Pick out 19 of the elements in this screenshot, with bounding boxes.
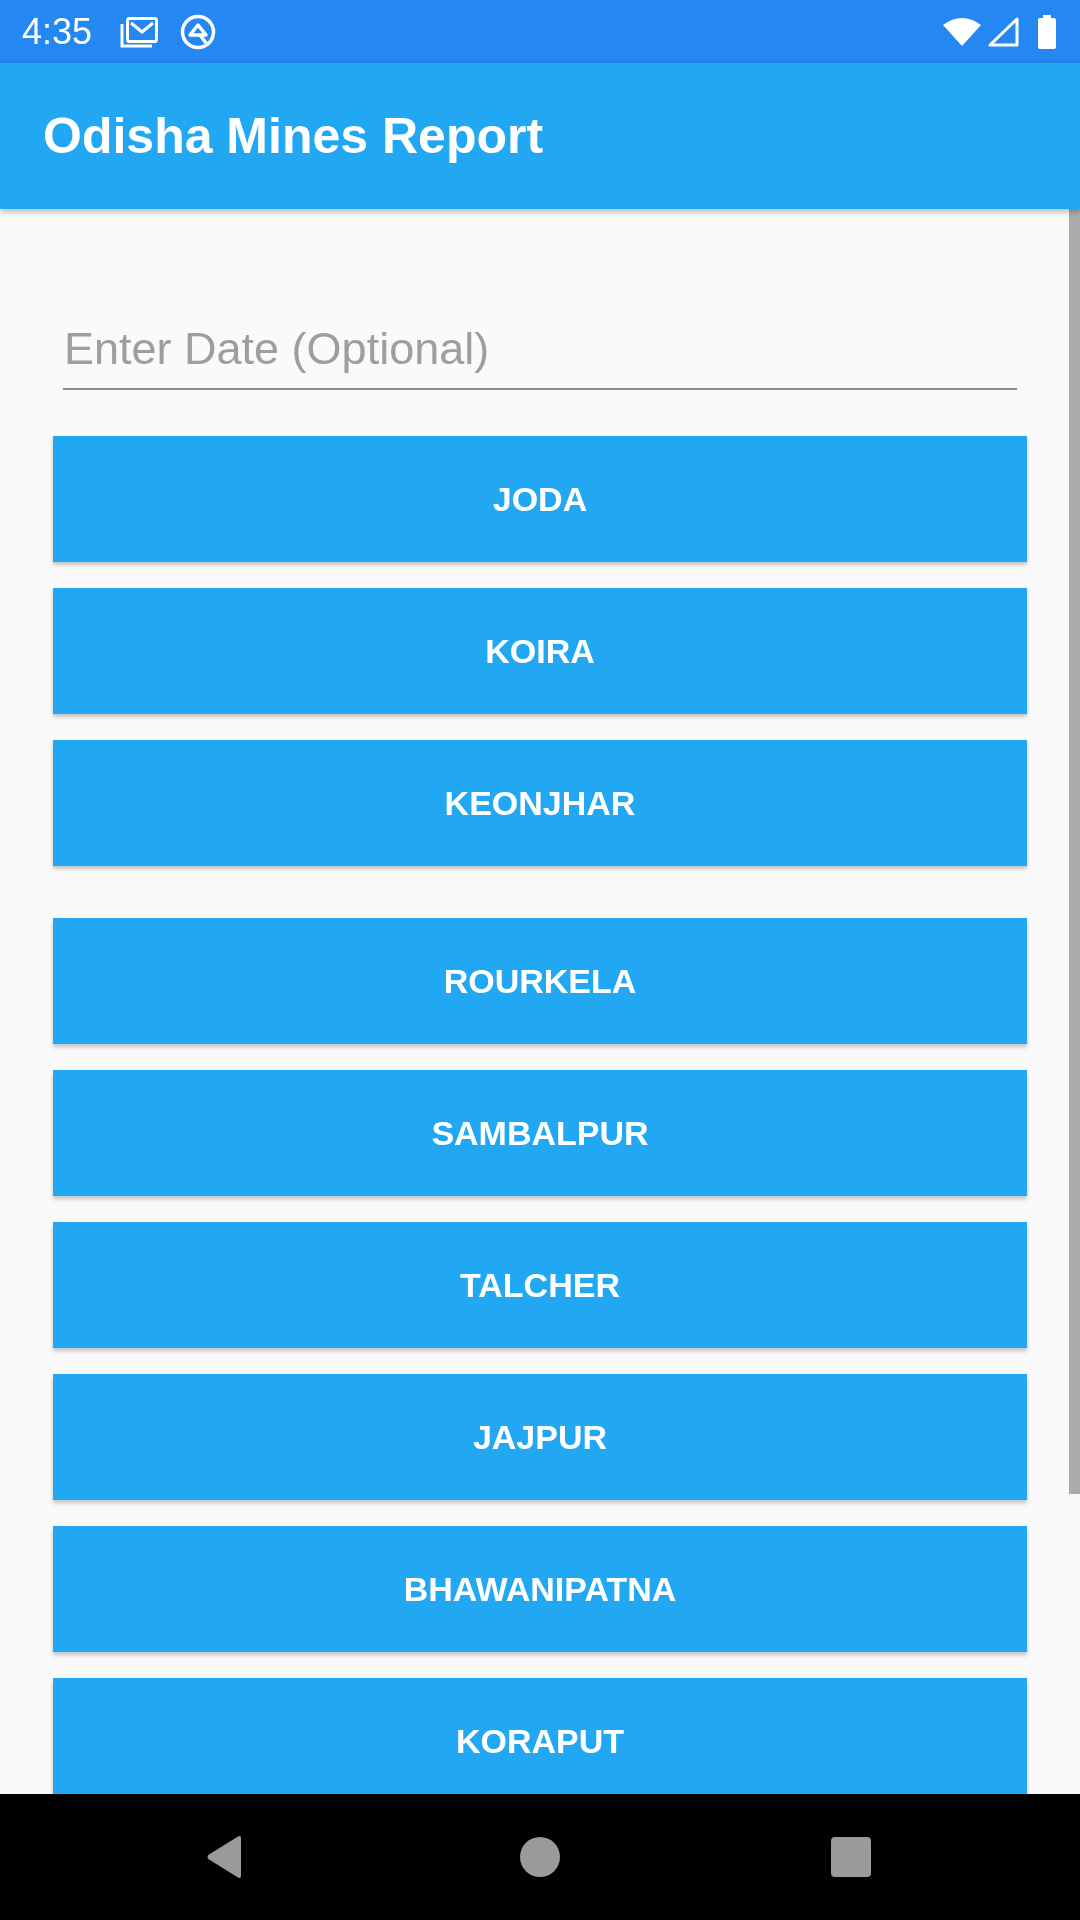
location-button[interactable]: TALCHER: [53, 1222, 1027, 1348]
date-input-field[interactable]: Enter Date (Optional): [63, 310, 1017, 390]
location-button[interactable]: BHAWANIPATNA: [53, 1526, 1027, 1652]
wifi-icon: [943, 17, 981, 46]
signal-icon: [987, 16, 1019, 47]
location-button[interactable]: ROURKELA: [53, 918, 1027, 1044]
circle-notification-icon: [180, 13, 217, 50]
mail-icon: [120, 15, 159, 48]
location-button[interactable]: KOIRA: [53, 588, 1027, 714]
home-icon[interactable]: [520, 1837, 560, 1877]
back-icon[interactable]: [206, 1835, 244, 1879]
location-button[interactable]: JAJPUR: [53, 1374, 1027, 1500]
location-button[interactable]: KORAPUT: [53, 1678, 1027, 1794]
battery-icon: [1038, 14, 1056, 49]
location-button[interactable]: JODA: [53, 436, 1027, 562]
location-button[interactable]: KEONJHAR: [53, 740, 1027, 866]
location-button[interactable]: SAMBALPUR: [53, 1070, 1027, 1196]
status-time: 4:35: [22, 10, 93, 53]
app-title: Odisha Mines Report: [43, 107, 544, 165]
